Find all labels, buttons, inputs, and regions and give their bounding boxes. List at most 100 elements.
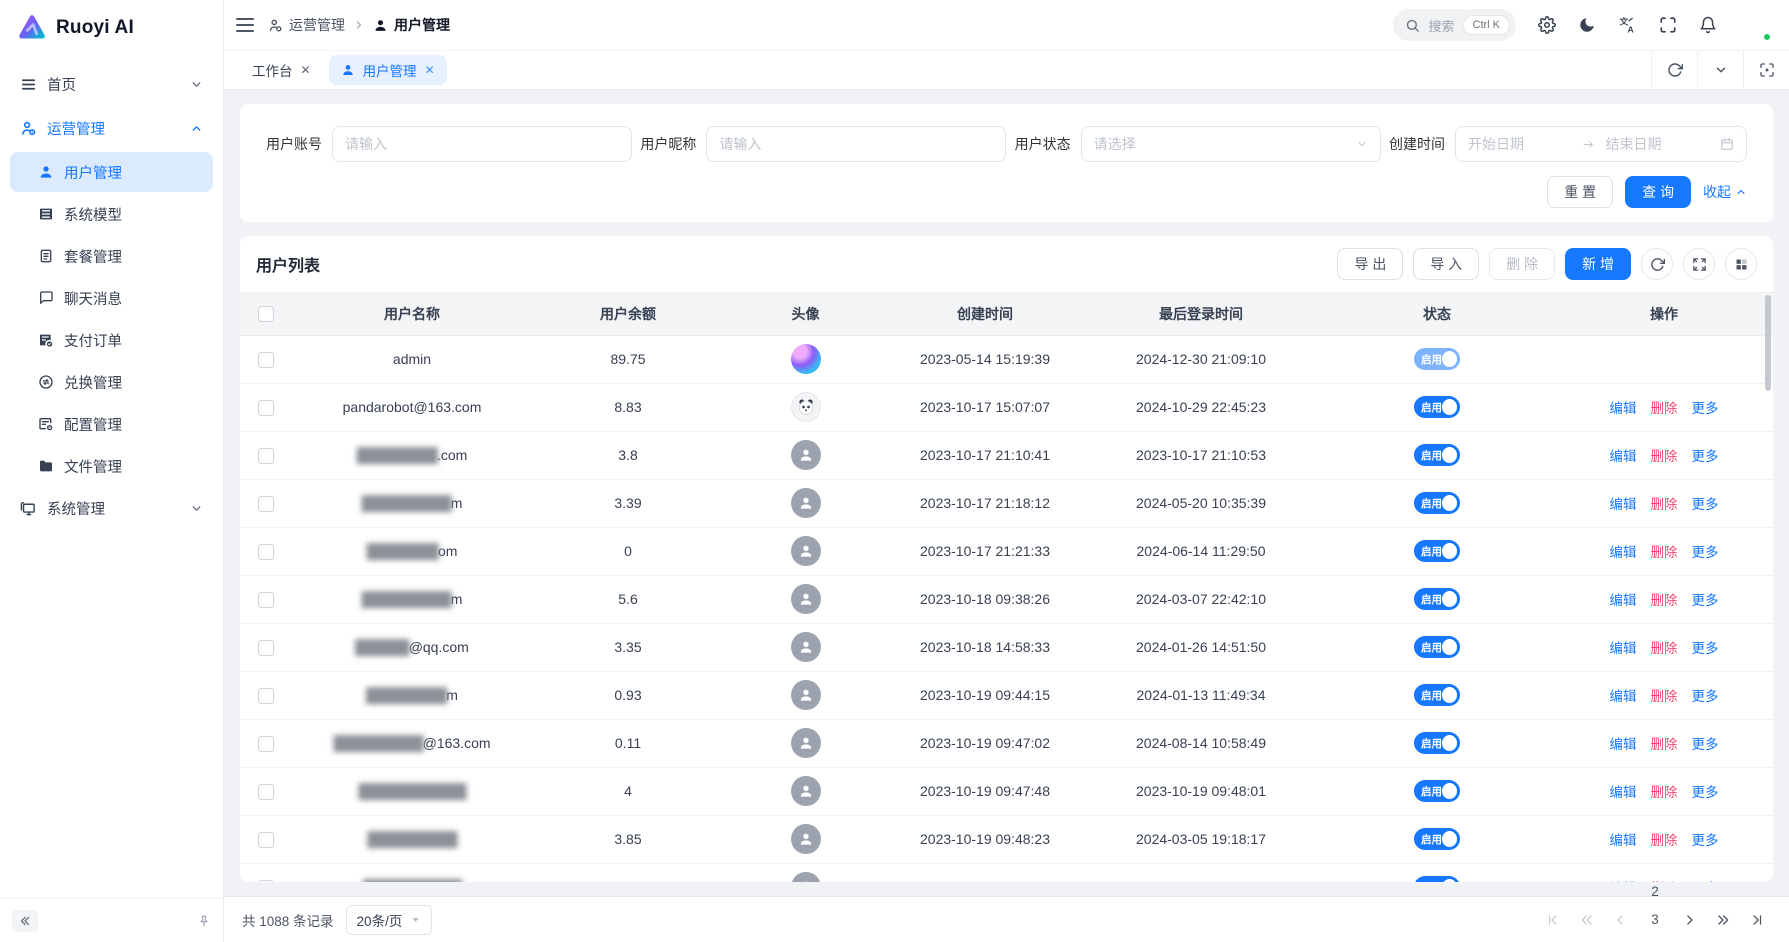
last-page-button[interactable] — [1743, 906, 1771, 934]
fullscreen-icon[interactable] — [1659, 16, 1677, 34]
more-link[interactable]: 更多 — [1692, 401, 1719, 416]
row-checkbox[interactable] — [258, 640, 274, 656]
prev-5-pages-button[interactable] — [1573, 906, 1601, 934]
reset-button[interactable]: 重 置 — [1547, 176, 1613, 208]
table-fullscreen-icon[interactable] — [1683, 248, 1715, 280]
sidebar-item-user-management[interactable]: 用户管理 — [10, 152, 213, 192]
table-refresh-icon[interactable] — [1641, 248, 1673, 280]
user-avatar[interactable] — [1739, 9, 1771, 41]
edit-link[interactable]: 编辑 — [1610, 785, 1637, 800]
delete-button[interactable]: 删 除 — [1489, 248, 1555, 280]
status-toggle[interactable]: 启用 — [1414, 492, 1460, 514]
delete-link[interactable]: 删除 — [1651, 833, 1678, 848]
edit-link[interactable]: 编辑 — [1610, 401, 1637, 416]
delete-link[interactable]: 删除 — [1651, 593, 1678, 608]
status-toggle[interactable]: 启用 — [1414, 540, 1460, 562]
sidebar-item-chat-messages[interactable]: 聊天消息 — [10, 278, 213, 318]
select-all-checkbox[interactable] — [258, 306, 274, 322]
page-size-select[interactable]: 20条/页 — [346, 905, 433, 935]
add-button[interactable]: 新 增 — [1565, 248, 1631, 280]
sidebar-item-operations[interactable]: 运营管理 — [10, 108, 213, 148]
sidebar-item-payment-orders[interactable]: 支付订单 — [10, 320, 213, 360]
more-link[interactable]: 更多 — [1692, 785, 1719, 800]
delete-link[interactable]: 删除 — [1651, 401, 1678, 416]
edit-link[interactable]: 编辑 — [1610, 737, 1637, 752]
status-toggle[interactable]: 启用 — [1414, 348, 1460, 370]
status-toggle[interactable]: 启用 — [1414, 828, 1460, 850]
import-button[interactable]: 导 入 — [1413, 248, 1479, 280]
table-scrollbar-thumb[interactable] — [1765, 295, 1771, 391]
status-toggle[interactable]: 启用 — [1414, 588, 1460, 610]
search-button[interactable]: 查 询 — [1625, 176, 1691, 208]
edit-link[interactable]: 编辑 — [1610, 449, 1637, 464]
row-checkbox[interactable] — [258, 400, 274, 416]
tab-menu-chevron-icon[interactable] — [1697, 51, 1743, 89]
export-button[interactable]: 导 出 — [1337, 248, 1403, 280]
delete-link[interactable]: 删除 — [1651, 737, 1678, 752]
edit-link[interactable]: 编辑 — [1610, 497, 1637, 512]
more-link[interactable]: 更多 — [1692, 641, 1719, 656]
page-button-3[interactable]: 3 — [1641, 906, 1669, 934]
sidebar-item-config-management[interactable]: 配置管理 — [10, 404, 213, 444]
edit-link[interactable]: 编辑 — [1610, 593, 1637, 608]
column-settings-grid-icon[interactable] — [1725, 248, 1757, 280]
delete-link[interactable]: 删除 — [1651, 785, 1678, 800]
row-checkbox[interactable] — [258, 832, 274, 848]
edit-link[interactable]: 编辑 — [1610, 881, 1637, 882]
delete-link[interactable]: 删除 — [1651, 449, 1678, 464]
next-5-pages-button[interactable] — [1709, 906, 1737, 934]
status-toggle[interactable]: 启用 — [1414, 876, 1460, 882]
notifications-bell-icon[interactable] — [1699, 16, 1717, 34]
collapse-filters-link[interactable]: 收起 — [1703, 182, 1747, 202]
tab-workbench[interactable]: 工作台 ✕ — [240, 55, 323, 85]
sidebar-item-plan-management[interactable]: 套餐管理 — [10, 236, 213, 276]
row-checkbox[interactable] — [258, 784, 274, 800]
account-input[interactable] — [332, 126, 632, 162]
sidebar-item-system[interactable]: 系统管理 — [10, 488, 213, 528]
pin-icon[interactable] — [197, 914, 211, 928]
close-icon[interactable]: ✕ — [425, 63, 435, 77]
more-link[interactable]: 更多 — [1692, 881, 1719, 882]
row-checkbox[interactable] — [258, 688, 274, 704]
status-toggle[interactable]: 启用 — [1414, 396, 1460, 418]
row-checkbox[interactable] — [258, 544, 274, 560]
status-toggle[interactable]: 启用 — [1414, 780, 1460, 802]
brand-row[interactable]: Ruoyi AI — [0, 0, 223, 56]
sidebar-item-file-management[interactable]: 文件管理 — [10, 446, 213, 486]
more-link[interactable]: 更多 — [1692, 497, 1719, 512]
page-button-4[interactable]: 4 — [1641, 934, 1669, 942]
edit-link[interactable]: 编辑 — [1610, 833, 1637, 848]
tab-users[interactable]: 用户管理 ✕ — [329, 55, 447, 85]
more-link[interactable]: 更多 — [1692, 593, 1719, 608]
more-link[interactable]: 更多 — [1692, 545, 1719, 560]
row-checkbox[interactable] — [258, 352, 274, 368]
sidebar-item-system-models[interactable]: 系统模型 — [10, 194, 213, 234]
more-link[interactable]: 更多 — [1692, 689, 1719, 704]
edit-link[interactable]: 编辑 — [1610, 689, 1637, 704]
prev-page-button[interactable] — [1607, 906, 1635, 934]
global-search[interactable]: 搜索 Ctrl K — [1393, 9, 1516, 41]
more-link[interactable]: 更多 — [1692, 833, 1719, 848]
delete-link[interactable]: 删除 — [1651, 545, 1678, 560]
nickname-input[interactable] — [706, 126, 1006, 162]
breadcrumb-users[interactable]: 用户管理 — [373, 15, 450, 35]
row-checkbox[interactable] — [258, 448, 274, 464]
delete-link[interactable]: 删除 — [1651, 497, 1678, 512]
more-link[interactable]: 更多 — [1692, 449, 1719, 464]
date-range-picker[interactable]: 开始日期 结束日期 — [1455, 126, 1747, 162]
sidebar-item-redeem-management[interactable]: 兑换管理 — [10, 362, 213, 402]
breadcrumb-operations[interactable]: 运营管理 — [268, 15, 345, 35]
row-checkbox[interactable] — [258, 880, 274, 882]
sidebar-toggle-icon[interactable] — [236, 18, 254, 32]
status-toggle[interactable]: 启用 — [1414, 444, 1460, 466]
row-checkbox[interactable] — [258, 592, 274, 608]
delete-link[interactable]: 删除 — [1651, 689, 1678, 704]
status-toggle[interactable]: 启用 — [1414, 732, 1460, 754]
row-checkbox[interactable] — [258, 736, 274, 752]
status-toggle[interactable]: 启用 — [1414, 684, 1460, 706]
edit-link[interactable]: 编辑 — [1610, 641, 1637, 656]
sidebar-collapse-button[interactable] — [12, 910, 38, 932]
status-toggle[interactable]: 启用 — [1414, 636, 1460, 658]
edit-link[interactable]: 编辑 — [1610, 545, 1637, 560]
settings-gear-icon[interactable] — [1538, 16, 1556, 34]
